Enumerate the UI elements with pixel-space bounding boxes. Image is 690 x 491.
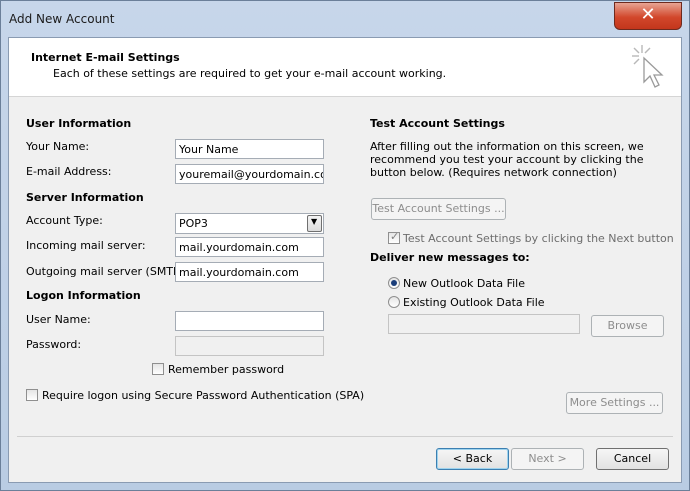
server-info-heading: Server Information: [26, 191, 144, 204]
page-title: Internet E-mail Settings: [31, 51, 180, 64]
dialog-client: Internet E-mail Settings Each of these s…: [8, 37, 682, 483]
more-settings-button[interactable]: More Settings ...: [566, 392, 663, 414]
account-type-label: Account Type:: [26, 214, 103, 227]
new-data-file-radio[interactable]: [388, 277, 400, 289]
user-name-input[interactable]: [175, 311, 324, 331]
spa-checkbox[interactable]: [26, 389, 38, 401]
dropdown-button[interactable]: ▼: [307, 215, 322, 232]
browse-button[interactable]: Browse: [591, 315, 664, 337]
close-icon: ✕: [640, 4, 656, 25]
test-settings-heading: Test Account Settings: [370, 117, 505, 130]
data-file-path-input[interactable]: [388, 314, 580, 334]
user-name-label: User Name:: [26, 313, 91, 326]
new-data-file-label[interactable]: New Outlook Data File: [403, 277, 525, 290]
next-button[interactable]: Next >: [511, 448, 584, 470]
deliver-messages-heading: Deliver new messages to:: [370, 251, 530, 264]
existing-data-file-radio[interactable]: [388, 296, 400, 308]
title-bar[interactable]: Add New Account ✕: [1, 1, 689, 39]
your-name-input[interactable]: Your Name: [175, 139, 324, 159]
existing-data-file-label[interactable]: Existing Outlook Data File: [403, 296, 545, 309]
outgoing-server-label: Outgoing mail server (SMTP):: [26, 265, 188, 278]
email-address-label: E-mail Address:: [26, 165, 112, 178]
window-title: Add New Account: [9, 12, 115, 26]
email-address-input[interactable]: youremail@yourdomain.com: [175, 164, 324, 184]
account-type-select[interactable]: POP3 ▼: [175, 213, 324, 234]
logon-info-heading: Logon Information: [26, 289, 141, 302]
incoming-server-label: Incoming mail server:: [26, 239, 146, 252]
dialog-header: Internet E-mail Settings Each of these s…: [9, 38, 681, 97]
close-button[interactable]: ✕: [614, 2, 682, 30]
test-account-settings-button[interactable]: Test Account Settings ...: [371, 198, 506, 220]
cancel-button[interactable]: Cancel: [596, 448, 669, 470]
page-subtitle: Each of these settings are required to g…: [53, 67, 447, 80]
test-settings-description: After filling out the information on thi…: [370, 140, 644, 179]
add-account-window: Add New Account ✕ Internet E-mail Settin…: [0, 0, 690, 491]
chevron-down-icon: ▼: [311, 217, 318, 226]
password-input[interactable]: [175, 336, 324, 356]
auto-test-label[interactable]: Test Account Settings by clicking the Ne…: [403, 232, 674, 245]
footer-divider: [17, 436, 673, 437]
outgoing-server-input[interactable]: mail.yourdomain.com: [175, 262, 324, 282]
account-type-value: POP3: [179, 217, 208, 230]
back-button[interactable]: < Back: [436, 448, 509, 470]
your-name-label: Your Name:: [26, 140, 90, 153]
incoming-server-input[interactable]: mail.yourdomain.com: [175, 237, 324, 257]
user-info-heading: User Information: [26, 117, 132, 130]
auto-test-checkbox[interactable]: [388, 230, 400, 244]
spa-label[interactable]: Require logon using Secure Password Auth…: [42, 389, 364, 402]
cursor-sparkle-icon: [632, 45, 664, 88]
remember-password-checkbox[interactable]: [152, 363, 164, 375]
password-label: Password:: [26, 338, 82, 351]
remember-password-label[interactable]: Remember password: [168, 363, 284, 376]
